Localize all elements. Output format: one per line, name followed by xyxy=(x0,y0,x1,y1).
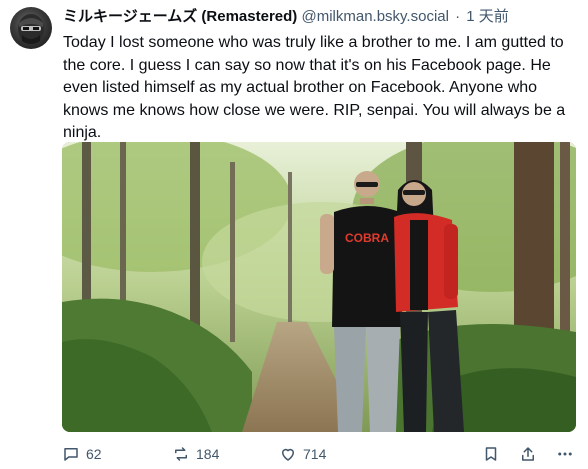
reply-count: 62 xyxy=(86,446,102,462)
more-button[interactable] xyxy=(556,442,574,466)
reply-icon xyxy=(64,448,78,461)
share-icon xyxy=(522,447,534,461)
action-bar: 62 184 714 xyxy=(62,442,580,466)
reply-button[interactable]: 62 xyxy=(62,442,102,466)
bookmark-button[interactable] xyxy=(482,442,500,466)
heart-icon xyxy=(282,448,294,461)
post-body: Today I lost someone who was truly like … xyxy=(63,34,566,141)
like-count: 714 xyxy=(303,446,327,462)
more-icon xyxy=(558,452,572,456)
like-button[interactable]: 714 xyxy=(279,442,326,466)
post: ミルキージェームズ (Remastered) @milkman.bsky.soc… xyxy=(0,0,588,469)
separator-dot: · xyxy=(455,8,461,25)
display-name[interactable]: ミルキージェームズ (Remastered) xyxy=(63,8,297,25)
repost-count: 184 xyxy=(196,446,220,462)
shirt-text: COBRA xyxy=(345,231,389,245)
post-text: Today I lost someone who was truly like … xyxy=(63,32,581,145)
repost-button[interactable]: 184 xyxy=(172,442,219,466)
post-image[interactable]: COBRA xyxy=(62,142,576,432)
avatar[interactable] xyxy=(10,7,52,49)
post-header: ミルキージェームズ (Remastered) @milkman.bsky.soc… xyxy=(63,7,576,27)
repost-icon xyxy=(175,447,187,461)
share-button[interactable] xyxy=(519,442,537,466)
user-handle[interactable]: @milkman.bsky.social xyxy=(301,8,448,25)
post-timestamp[interactable]: 1 天前 xyxy=(466,8,509,25)
avatar-image xyxy=(18,14,44,44)
bookmark-icon xyxy=(485,447,497,461)
forest-photo: COBRA xyxy=(62,142,576,432)
